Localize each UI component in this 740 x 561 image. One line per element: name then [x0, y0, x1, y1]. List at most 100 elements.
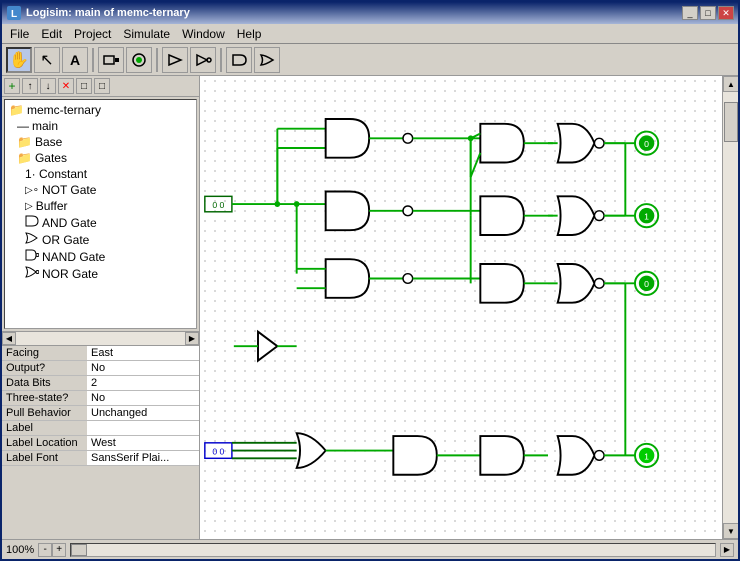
prop-label-databits: Data Bits: [2, 376, 87, 391]
tree-item-or-gate[interactable]: OR Gate: [23, 231, 194, 248]
buffer-tool-button[interactable]: [162, 47, 188, 73]
prop-row-databits: Data Bits 2: [2, 376, 199, 391]
tree-up-button[interactable]: ↑: [22, 78, 38, 94]
prop-value-labelfont[interactable]: SansSerif Plai...: [87, 451, 199, 466]
maximize-button[interactable]: □: [700, 6, 716, 20]
hscroll-track[interactable]: [16, 332, 185, 345]
tree-item-base[interactable]: 📁 Base: [15, 134, 194, 150]
toolbar-separator-2: [156, 48, 158, 72]
vscroll-up[interactable]: ▲: [723, 76, 738, 92]
circuit-diagram: 0 0: [200, 76, 722, 539]
prop-row-labellocation: Label Location West: [2, 436, 199, 451]
base-folder-icon: 📁: [17, 135, 32, 149]
status-hscroll[interactable]: [70, 543, 716, 557]
vscroll-thumb[interactable]: [724, 102, 738, 142]
toolbar-separator-3: [220, 48, 222, 72]
prop-label-facing: Facing: [2, 346, 87, 361]
menu-file[interactable]: File: [4, 25, 35, 43]
and-gate-button[interactable]: [226, 47, 252, 73]
output-pin-button[interactable]: [98, 47, 124, 73]
prop-row-pullbehavior: Pull Behavior Unchanged: [2, 406, 199, 421]
tree-add-button[interactable]: +: [4, 78, 20, 94]
left-panel: + ↑ ↓ ✕ □ □ 📁 memc-ternary — main 📁: [2, 76, 200, 539]
svg-text:0: 0: [644, 279, 649, 289]
menu-help[interactable]: Help: [231, 25, 268, 43]
prop-label-labelfont: Label Font: [2, 451, 87, 466]
menu-window[interactable]: Window: [176, 25, 231, 43]
folder-icon: 📁: [9, 103, 24, 117]
tree-item-buffer[interactable]: ▷ Buffer: [23, 198, 194, 214]
or-gate-button[interactable]: [254, 47, 280, 73]
tree-toolbar: + ↑ ↓ ✕ □ □: [2, 76, 199, 97]
tree-item-nand-gate[interactable]: NAND Gate: [23, 248, 194, 265]
zoom-plus-button[interactable]: +: [52, 543, 66, 557]
component-tree[interactable]: 📁 memc-ternary — main 📁 Base 📁 Gates 1· …: [4, 99, 197, 329]
and-icon: [25, 215, 39, 230]
status-hscroll-thumb[interactable]: [71, 544, 87, 556]
tree-delete-button[interactable]: ✕: [58, 78, 74, 94]
properties-panel: Facing East Output? No Data Bits 2 Three…: [2, 345, 199, 466]
toolbar-separator-1: [92, 48, 94, 72]
tree-item-nor-gate[interactable]: NOR Gate: [23, 265, 194, 282]
main-content: + ↑ ↓ ✕ □ □ 📁 memc-ternary — main 📁: [2, 76, 738, 539]
app-icon: L: [6, 5, 22, 21]
hscroll-right[interactable]: ▶: [185, 332, 199, 345]
prop-value-labellocation[interactable]: West: [87, 436, 199, 451]
svg-text:0 0: 0 0: [212, 446, 224, 456]
prop-value-pullbehavior[interactable]: Unchanged: [87, 406, 199, 421]
hand-tool-button[interactable]: ✋: [6, 47, 32, 73]
tree-item-memc-ternary[interactable]: 📁 memc-ternary: [7, 102, 194, 118]
buffer-icon: ▷: [25, 201, 33, 212]
menu-simulate[interactable]: Simulate: [117, 25, 176, 43]
tree-item-constant[interactable]: 1· Constant: [23, 166, 194, 182]
prop-row-output: Output? No: [2, 361, 199, 376]
svg-text:L: L: [11, 9, 17, 20]
tree-item-gates[interactable]: 📁 Gates: [15, 150, 194, 166]
prop-value-threestate[interactable]: No: [87, 391, 199, 406]
svg-text:0: 0: [644, 139, 649, 149]
menu-bar: File Edit Project Simulate Window Help: [2, 24, 738, 44]
text-tool-button[interactable]: A: [62, 47, 88, 73]
zoom-minus-button[interactable]: -: [38, 543, 52, 557]
window-title: Logisim: main of memc-ternary: [26, 7, 682, 19]
select-tool-button[interactable]: ↖: [34, 47, 60, 73]
prop-row-threestate: Three-state? No: [2, 391, 199, 406]
status-bar: 100% - + ▶: [2, 539, 738, 559]
vscroll-down[interactable]: ▼: [723, 523, 738, 539]
prop-label-threestate: Three-state?: [2, 391, 87, 406]
nand-icon: [25, 249, 39, 264]
menu-edit[interactable]: Edit: [35, 25, 68, 43]
tree-down-button[interactable]: ↓: [40, 78, 56, 94]
window-controls[interactable]: _ □ ✕: [682, 6, 734, 20]
close-button[interactable]: ✕: [718, 6, 734, 20]
vscroll-track[interactable]: [723, 92, 738, 523]
tree-hscroll[interactable]: ◀ ▶: [2, 331, 199, 345]
prop-value-facing[interactable]: East: [87, 346, 199, 361]
tree-item-main[interactable]: — main: [15, 118, 194, 134]
hscroll-left[interactable]: ◀: [2, 332, 16, 345]
tree-item-and-gate[interactable]: AND Gate: [23, 214, 194, 231]
or-icon: [25, 232, 39, 247]
prop-value-databits[interactable]: 2: [87, 376, 199, 391]
prop-value-label[interactable]: [87, 421, 199, 436]
zoom-label: 100%: [6, 544, 34, 556]
input-pin-button[interactable]: [126, 47, 152, 73]
menu-project[interactable]: Project: [68, 25, 117, 43]
prop-label-labellocation: Label Location: [2, 436, 87, 451]
prop-row-labelfont: Label Font SansSerif Plai...: [2, 451, 199, 466]
not-tool-button[interactable]: [190, 47, 216, 73]
svg-text:1: 1: [644, 451, 649, 461]
circuit-canvas-area[interactable]: 0 0: [200, 76, 722, 539]
svg-text:1: 1: [644, 212, 649, 222]
prop-label-pullbehavior: Pull Behavior: [2, 406, 87, 421]
minimize-button[interactable]: _: [682, 6, 698, 20]
prop-label-label: Label: [2, 421, 87, 436]
prop-value-output[interactable]: No: [87, 361, 199, 376]
hscroll-end[interactable]: ▶: [720, 543, 734, 557]
tree-item-not-gate[interactable]: ▷∘ NOT Gate: [23, 182, 194, 198]
tree-view1-button[interactable]: □: [76, 78, 92, 94]
prop-row-facing: Facing East: [2, 346, 199, 361]
tree-view2-button[interactable]: □: [94, 78, 110, 94]
canvas-vscroll[interactable]: ▲ ▼: [722, 76, 738, 539]
not-icon: ▷∘: [25, 185, 39, 196]
